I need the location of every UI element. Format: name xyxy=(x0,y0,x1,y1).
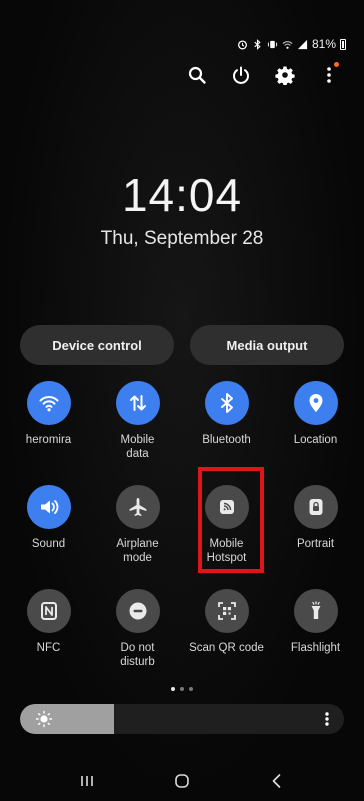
brightness-more-button[interactable] xyxy=(316,707,338,731)
tile-airplane-mode[interactable]: Airplane mode xyxy=(93,485,182,565)
wifi-icon xyxy=(282,39,293,50)
tile-label: Flashlight xyxy=(290,642,341,654)
alarm-clock-icon xyxy=(237,39,248,50)
settings-icon xyxy=(275,66,295,85)
quick-tiles-row-3: NFC Do not disturb Scan QR code Flashlig… xyxy=(4,589,360,669)
tile-do-not-disturb[interactable]: Do not disturb xyxy=(93,589,182,669)
tile-label: NFC xyxy=(36,642,61,654)
tile-label: Do not disturb xyxy=(120,642,155,668)
flashlight-toggle[interactable] xyxy=(293,589,338,633)
navigation-bar xyxy=(0,764,364,798)
tile-nfc[interactable]: NFC xyxy=(4,589,93,669)
more-vertical-icon xyxy=(325,712,329,726)
flashlight-icon xyxy=(311,601,320,619)
wifi-icon xyxy=(39,396,58,412)
recents-icon xyxy=(81,776,94,786)
tile-sound[interactable]: Sound xyxy=(4,485,93,565)
tile-mobile-hotspot[interactable]: Mobile Hotspot xyxy=(182,485,271,565)
mobile-hotspot-toggle[interactable] xyxy=(204,485,249,529)
clock-date[interactable]: Thu, September 28 xyxy=(0,228,364,250)
back-icon xyxy=(272,774,280,788)
status-bar: 81% xyxy=(237,36,346,52)
airplane-mode-toggle[interactable] xyxy=(115,485,160,529)
bluetooth-toggle[interactable] xyxy=(204,381,249,425)
signal-icon xyxy=(297,39,308,50)
page-dot[interactable] xyxy=(171,687,175,691)
vibrate-icon xyxy=(267,39,278,50)
tile-flashlight[interactable]: Flashlight xyxy=(271,589,360,669)
brightness-slider[interactable] xyxy=(20,704,344,734)
tile-label: Airplane mode xyxy=(116,538,159,564)
quick-panel-actions xyxy=(184,62,342,88)
tile-label: heromira xyxy=(25,434,72,446)
tile-label: Bluetooth xyxy=(202,434,251,446)
nfc-icon xyxy=(40,602,57,620)
quick-tiles-row-2: Sound Airplane mode Mobile Hotspot Portr… xyxy=(4,485,360,565)
quick-tiles-row-1: heromira Mobile data Bluetooth Location xyxy=(4,381,360,461)
sound-icon xyxy=(40,500,58,514)
device-control-button[interactable]: Device control xyxy=(20,325,174,365)
tile-label: Mobile data xyxy=(120,434,155,460)
page-dot[interactable] xyxy=(189,687,193,691)
notification-dot xyxy=(334,62,339,67)
wifi-toggle[interactable] xyxy=(26,381,71,425)
qr-scan-icon xyxy=(217,602,236,620)
bluetooth-icon xyxy=(220,393,233,413)
settings-button[interactable] xyxy=(272,62,298,88)
sun-icon xyxy=(35,710,53,728)
tile-portrait[interactable]: Portrait xyxy=(271,485,360,565)
mobile-data-icon xyxy=(129,395,146,411)
mobile-data-toggle[interactable] xyxy=(115,381,160,425)
media-output-button[interactable]: Media output xyxy=(190,325,344,365)
portrait-toggle[interactable] xyxy=(293,485,338,529)
recents-button[interactable] xyxy=(67,766,107,796)
home-button[interactable] xyxy=(162,766,202,796)
portrait-lock-icon xyxy=(309,499,322,515)
nfc-toggle[interactable] xyxy=(26,589,71,633)
tile-label: Scan QR code xyxy=(189,642,264,654)
quick-pills: Device control Media output xyxy=(20,325,344,365)
tile-location[interactable]: Location xyxy=(271,381,360,461)
battery-icon xyxy=(340,38,346,50)
hotspot-icon xyxy=(219,500,234,514)
more-options-button[interactable] xyxy=(316,62,342,88)
tile-label: Mobile Hotspot xyxy=(206,538,247,564)
quick-panel: 81% 14:04 Thu, September 28 Device contr… xyxy=(0,0,364,801)
do-not-disturb-toggle[interactable] xyxy=(115,589,160,633)
more-vertical-icon xyxy=(327,67,331,83)
page-dot[interactable] xyxy=(180,687,184,691)
scan-qr-code-toggle[interactable] xyxy=(204,589,249,633)
battery-percent: 81% xyxy=(311,37,336,51)
tile-wifi[interactable]: heromira xyxy=(4,381,93,461)
tile-label: Portrait xyxy=(296,538,335,550)
tile-label: Location xyxy=(293,434,338,446)
tile-mobile-data[interactable]: Mobile data xyxy=(93,381,182,461)
tile-scan-qr-code[interactable]: Scan QR code xyxy=(182,589,271,669)
search-icon xyxy=(188,66,206,84)
location-toggle[interactable] xyxy=(293,381,338,425)
bluetooth-icon xyxy=(252,38,263,50)
power-button[interactable] xyxy=(228,62,254,88)
back-button[interactable] xyxy=(257,766,297,796)
clock-time[interactable]: 14:04 xyxy=(0,168,364,222)
search-button[interactable] xyxy=(184,62,210,88)
do-not-disturb-icon xyxy=(129,602,146,620)
airplane-icon xyxy=(129,498,146,516)
tile-label: Sound xyxy=(31,538,66,550)
sound-toggle[interactable] xyxy=(26,485,71,529)
home-icon xyxy=(175,774,189,788)
page-indicator xyxy=(0,687,364,691)
tile-bluetooth[interactable]: Bluetooth xyxy=(182,381,271,461)
power-icon xyxy=(233,66,249,84)
location-icon xyxy=(309,394,322,412)
